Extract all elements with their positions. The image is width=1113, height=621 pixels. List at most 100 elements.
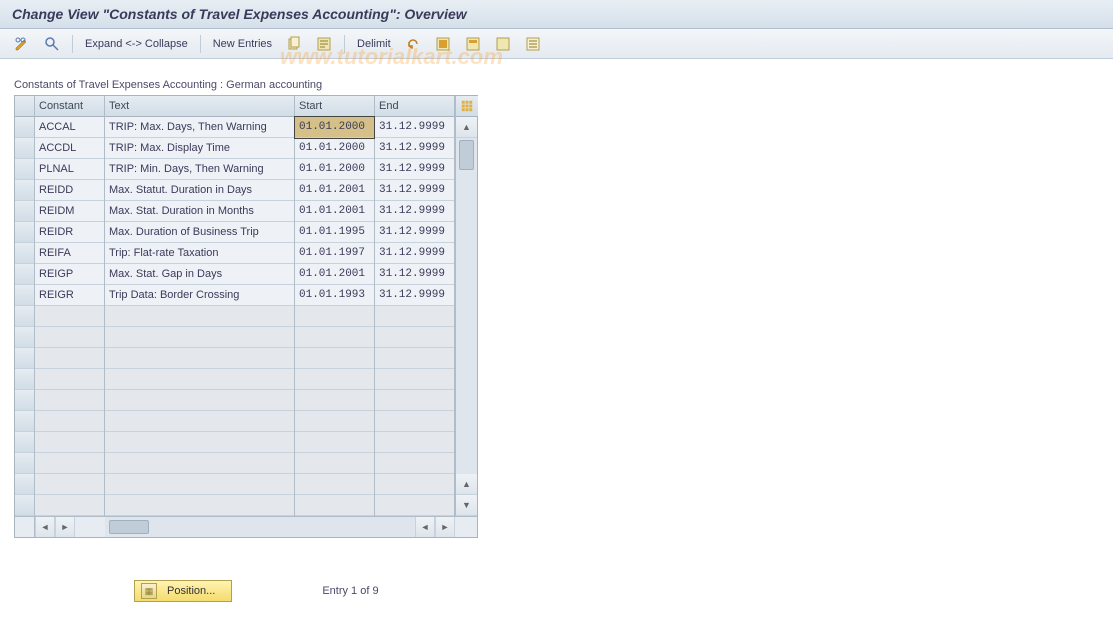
cell-end[interactable]: 31.12.9999 [375,180,454,201]
header-constant[interactable]: Constant [35,96,104,117]
cell-empty[interactable] [295,495,374,516]
scroll-down-button-2[interactable]: ▼ [456,495,477,516]
cell-text[interactable]: TRIP: Max. Display Time [105,138,294,159]
cell-empty[interactable] [375,474,454,495]
cell-text[interactable]: TRIP: Min. Days, Then Warning [105,159,294,180]
cell-empty[interactable] [105,411,294,432]
cell-empty[interactable] [375,369,454,390]
cell-empty[interactable] [375,390,454,411]
cell-text[interactable]: Max. Duration of Business Trip [105,222,294,243]
cell-constant[interactable]: ACCAL [35,117,104,138]
row-selector[interactable] [15,306,34,327]
row-selector[interactable] [15,222,34,243]
cell-empty[interactable] [295,453,374,474]
configure-columns-button[interactable] [456,96,478,117]
cell-empty[interactable] [295,369,374,390]
cell-empty[interactable] [35,348,104,369]
hscroll-left-a[interactable]: ◄ [35,517,55,537]
hscroll-right-a[interactable]: ► [55,517,75,537]
select-all-button[interactable] [431,34,455,54]
cell-constant[interactable]: REIFA [35,243,104,264]
cell-constant[interactable]: REIGR [35,285,104,306]
cell-empty[interactable] [295,327,374,348]
cell-end[interactable]: 31.12.9999 [375,222,454,243]
cell-text[interactable]: Max. Stat. Duration in Months [105,201,294,222]
cell-empty[interactable] [105,390,294,411]
cell-start[interactable]: 01.01.2001 [295,180,374,201]
cell-empty[interactable] [295,390,374,411]
horizontal-scrollbar[interactable]: ◄ ► ◄ ► [15,516,477,537]
cell-start[interactable]: 01.01.2001 [295,201,374,222]
row-selector[interactable] [15,117,34,138]
expand-collapse-button[interactable]: Expand <-> Collapse [81,36,192,52]
cell-empty[interactable] [375,327,454,348]
cell-empty[interactable] [295,411,374,432]
cell-empty[interactable] [375,432,454,453]
position-button[interactable]: ▦ Position... [134,580,232,602]
cell-empty[interactable] [35,453,104,474]
row-selector[interactable] [15,390,34,411]
row-selector[interactable] [15,243,34,264]
cell-text[interactable]: Trip Data: Border Crossing [105,285,294,306]
cell-empty[interactable] [35,369,104,390]
cell-empty[interactable] [105,369,294,390]
row-selector[interactable] [15,285,34,306]
cell-empty[interactable] [375,411,454,432]
cell-end[interactable]: 31.12.9999 [375,285,454,306]
cell-text[interactable]: Max. Statut. Duration in Days [105,180,294,201]
cell-end[interactable]: 31.12.9999 [375,264,454,285]
cell-start[interactable]: 01.01.2001 [295,264,374,285]
hscroll-track[interactable] [105,517,415,537]
cell-empty[interactable] [105,432,294,453]
header-text[interactable]: Text [105,96,294,117]
header-end[interactable]: End [375,96,454,117]
cell-empty[interactable] [295,432,374,453]
cell-empty[interactable] [35,306,104,327]
cell-start[interactable]: 01.01.2000 [295,117,374,138]
cell-constant[interactable]: REIGP [35,264,104,285]
cell-text[interactable]: TRIP: Max. Days, Then Warning [105,117,294,138]
cell-end[interactable]: 31.12.9999 [375,159,454,180]
cell-empty[interactable] [35,390,104,411]
cell-empty[interactable] [295,348,374,369]
vertical-scrollbar[interactable]: ▲ ▲ ▼ [455,96,477,516]
toggle-display-change-button[interactable] [10,34,34,54]
row-selector[interactable] [15,453,34,474]
hscroll-left-b[interactable]: ◄ [415,517,435,537]
cell-end[interactable]: 31.12.9999 [375,243,454,264]
row-selector[interactable] [15,411,34,432]
delimit-button[interactable]: Delimit [353,36,395,52]
cell-constant[interactable]: REIDM [35,201,104,222]
row-selector[interactable] [15,348,34,369]
hscroll-thumb[interactable] [109,520,149,534]
row-selector[interactable] [15,138,34,159]
cell-empty[interactable] [375,453,454,474]
cell-empty[interactable] [295,474,374,495]
cell-text[interactable]: Max. Stat. Gap in Days [105,264,294,285]
form-button[interactable] [521,34,545,54]
cell-start[interactable]: 01.01.1995 [295,222,374,243]
cell-constant[interactable]: PLNAL [35,159,104,180]
header-start[interactable]: Start [295,96,374,117]
row-selector[interactable] [15,264,34,285]
scroll-down-button[interactable]: ▲ [456,474,477,495]
new-entries-button[interactable]: New Entries [209,36,276,52]
row-selector[interactable] [15,369,34,390]
cell-end[interactable]: 31.12.9999 [375,201,454,222]
copy-button[interactable] [282,34,306,54]
cell-constant[interactable]: REIDD [35,180,104,201]
cell-empty[interactable] [35,474,104,495]
cell-start[interactable]: 01.01.1997 [295,243,374,264]
vscroll-thumb[interactable] [459,140,474,170]
cell-empty[interactable] [375,495,454,516]
entry-icon-button[interactable] [312,34,336,54]
row-selector[interactable] [15,201,34,222]
row-selector[interactable] [15,327,34,348]
other-view-button[interactable] [40,34,64,54]
cell-empty[interactable] [375,348,454,369]
cell-empty[interactable] [105,495,294,516]
cell-empty[interactable] [105,306,294,327]
deselect-all-button[interactable] [491,34,515,54]
cell-empty[interactable] [105,348,294,369]
vscroll-track[interactable] [456,138,477,474]
